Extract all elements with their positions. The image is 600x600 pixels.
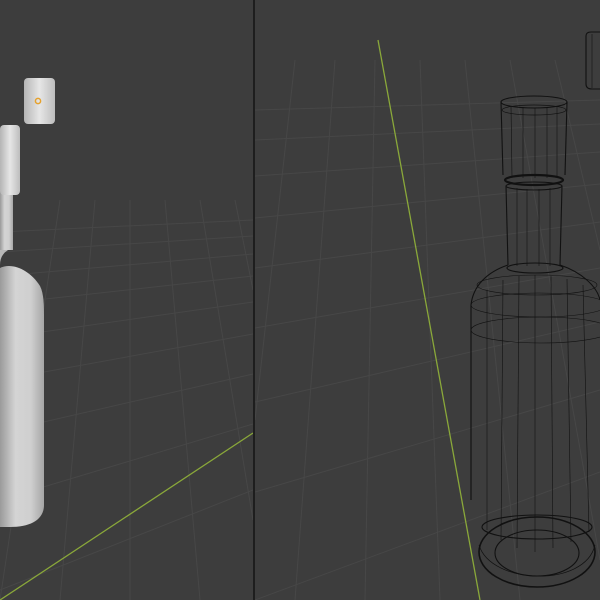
viewport-solid-shading[interactable]	[0, 0, 253, 600]
viewport-wireframe-shading[interactable]	[255, 0, 600, 600]
viewport-solid-canvas[interactable]	[0, 0, 253, 600]
cap-object[interactable]	[24, 78, 55, 124]
y-axis-line	[377, 39, 481, 600]
floor-grid	[255, 59, 600, 600]
bottle-solid[interactable]	[0, 125, 44, 527]
viewport-wireframe-canvas[interactable]	[255, 0, 600, 600]
blender-editor	[0, 0, 600, 600]
cap-wireframe[interactable]	[585, 31, 600, 90]
